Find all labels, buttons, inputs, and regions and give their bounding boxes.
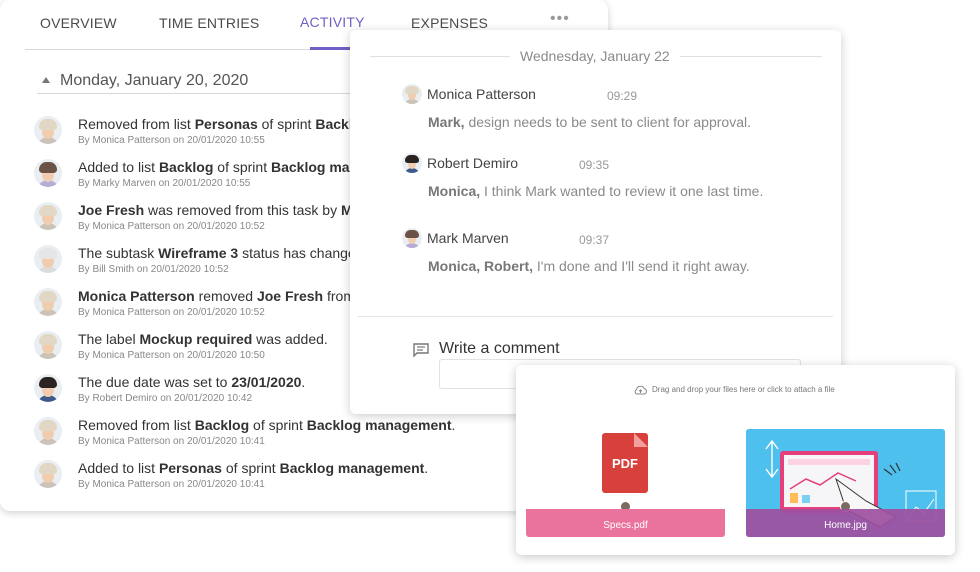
comment-mention: Monica, Robert, <box>428 258 534 274</box>
avatar <box>34 331 62 359</box>
comment-text: Monica, I think Mark wanted to review it… <box>428 183 763 199</box>
activity-meta: By Monica Patterson on 20/01/2020 10:50 <box>78 350 265 361</box>
more-horizontal-icon[interactable]: ••• <box>550 10 570 28</box>
comment-author[interactable]: Robert Demiro <box>427 155 518 171</box>
tab-overview[interactable]: OVERVIEW <box>40 15 117 31</box>
activity-meta: By Monica Patterson on 20/01/2020 10:55 <box>78 135 265 146</box>
activity-text: The label Mockup required was added. <box>78 331 328 347</box>
write-comment-label: Write a comment <box>439 340 560 357</box>
comment-body: I think Mark wanted to review it one las… <box>480 183 764 199</box>
comment-mention: Monica, <box>428 183 481 199</box>
activity-meta: By Monica Patterson on 20/01/2020 10:52 <box>78 307 265 318</box>
file-name: Specs.pdf <box>603 520 648 531</box>
activity-text: Added to list Personas of sprint Backlog… <box>78 460 429 476</box>
avatar <box>402 84 422 104</box>
cloud-upload-icon[interactable] <box>633 385 648 395</box>
tab-activity[interactable]: ACTIVITY <box>300 14 365 30</box>
avatar <box>34 417 62 445</box>
comments-date: Wednesday, January 22 <box>510 48 680 64</box>
comment-icon <box>413 343 429 357</box>
pdf-file-icon: PDF <box>602 433 648 493</box>
activity-meta: By Robert Demiro on 20/01/2020 10:42 <box>78 393 252 404</box>
upload-hint[interactable]: Drag and drop your files here or click t… <box>652 385 835 394</box>
file-name: Home.jpg <box>824 520 867 531</box>
file-tile-home-jpg[interactable]: Home.jpg <box>746 429 945 537</box>
comment-text: Mark, design needs to be sent to client … <box>428 114 751 130</box>
comment-text: Monica, Robert, I'm done and I'll send i… <box>428 258 750 274</box>
avatar <box>34 116 62 144</box>
pdf-icon-label: PDF <box>612 456 638 471</box>
avatar <box>402 228 422 248</box>
comment-author[interactable]: Monica Patterson <box>427 86 536 102</box>
comment-mention: Mark, <box>428 114 465 130</box>
avatar <box>34 245 62 273</box>
comment-item: Monica Patterson 09:29 Mark, design needs … <box>402 82 832 142</box>
comment-item: Mark Marven 09:37 Monica, Robert, I'm done… <box>402 226 832 286</box>
day-label: Monday, January 20, 2020 <box>60 72 249 89</box>
tab-expenses[interactable]: EXPENSES <box>411 15 488 31</box>
activity-meta: By Bill Smith on 20/01/2020 10:52 <box>78 264 229 275</box>
avatar <box>34 374 62 402</box>
avatar <box>402 153 422 173</box>
activity-meta: By Monica Patterson on 20/01/2020 10:52 <box>78 221 265 232</box>
comment-item: Robert Demiro 09:35 Monica, I think Mark w… <box>402 151 832 211</box>
tab-time-entries[interactable]: TIME ENTRIES <box>159 15 259 31</box>
avatar <box>34 460 62 488</box>
activity-text: The due date was set to 23/01/2020. <box>78 374 306 390</box>
activity-meta: By Monica Patterson on 20/01/2020 10:41 <box>78 479 265 490</box>
divider <box>358 316 833 317</box>
avatar <box>34 159 62 187</box>
activity-item: Added to list Personas of sprint Backlog… <box>32 458 592 501</box>
comment-time: 09:35 <box>579 158 610 172</box>
activity-meta: By Monica Patterson on 20/01/2020 10:41 <box>78 436 265 447</box>
collapse-caret-icon[interactable] <box>42 77 50 83</box>
activity-meta: By Marky Marven on 20/01/2020 10:55 <box>78 178 251 189</box>
comments-panel: Wednesday, January 22 Monica Patterson 09… <box>350 30 841 414</box>
comment-author[interactable]: Mark Marven <box>427 230 509 246</box>
avatar <box>34 202 62 230</box>
file-tile-specs-pdf[interactable]: PDF Specs.pdf <box>526 429 725 537</box>
comment-body: design needs to be sent to client for ap… <box>464 114 751 130</box>
attachments-panel: Drag and drop your files here or click t… <box>516 365 955 555</box>
activity-item: Removed from list Backlog of sprint Back… <box>32 415 592 458</box>
avatar <box>34 288 62 316</box>
comment-time: 09:29 <box>607 89 638 103</box>
comment-body: I'm done and I'll send it right away. <box>533 258 750 274</box>
comment-time: 09:37 <box>579 233 610 247</box>
activity-text: Removed from list Backlog of sprint Back… <box>78 417 456 433</box>
